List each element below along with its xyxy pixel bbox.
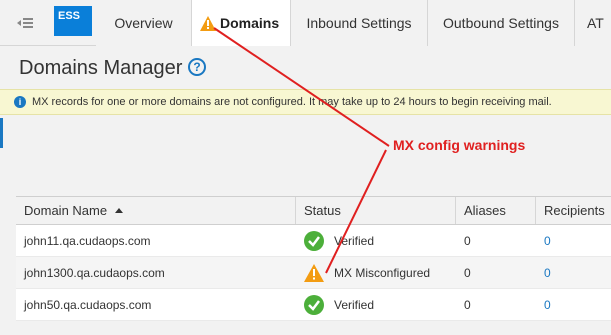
help-icon[interactable]: ? [188, 58, 206, 76]
warning-icon [304, 263, 324, 283]
tab-label: Inbound Settings [306, 15, 412, 31]
sort-ascending-icon [115, 208, 124, 213]
recipients-link[interactable]: 0 [544, 234, 551, 248]
tab-label: Outbound Settings [443, 15, 559, 31]
tab-inbound-settings[interactable]: Inbound Settings [291, 0, 428, 46]
collapse-menu-button[interactable] [12, 12, 38, 34]
column-header-domain-name[interactable]: Domain Name [16, 197, 296, 224]
tab-atp[interactable]: AT [575, 0, 611, 46]
status-cell: Verified [296, 289, 456, 320]
domains-table: Domain Name Status Aliases Recipients jo… [16, 196, 611, 321]
recipients-cell: 0 [536, 289, 611, 320]
info-banner: i MX records for one or more domains are… [0, 89, 611, 115]
annotation-label: MX config warnings [393, 137, 526, 153]
page-header: Domains Manager ? [0, 46, 611, 89]
sidebar-indicator [0, 118, 3, 148]
aliases-cell: 0 [464, 233, 471, 248]
table-header: Domain Name Status Aliases Recipients [16, 197, 611, 225]
check-icon [304, 230, 324, 251]
tab-label: Overview [114, 15, 173, 31]
top-nav: ESS Overview Domains Inbound Settings Ou… [0, 0, 611, 46]
status-text: Verified [334, 233, 375, 248]
page-title: Domains Manager [19, 57, 183, 79]
tab-domains[interactable]: Domains [192, 0, 291, 46]
domain-name-cell: john50.qa.cudaops.com [24, 297, 152, 312]
tab-outbound-settings[interactable]: Outbound Settings [428, 0, 575, 46]
status-cell: Verified [296, 225, 456, 256]
banner-text: MX records for one or more domains are n… [32, 96, 552, 108]
check-icon [304, 294, 324, 315]
recipients-link[interactable]: 0 [544, 298, 551, 312]
column-header-status[interactable]: Status [296, 197, 456, 224]
table-row[interactable]: john11.qa.cudaops.com Verified 0 0 [16, 225, 611, 257]
table-row[interactable]: john50.qa.cudaops.com Verified 0 0 [16, 289, 611, 321]
status-cell: MX Misconfigured [296, 257, 456, 288]
tab-label: AT [587, 15, 604, 31]
warning-icon [200, 15, 216, 31]
domain-name-cell: john1300.qa.cudaops.com [24, 265, 165, 280]
recipients-link[interactable]: 0 [544, 266, 551, 280]
tab-label: Domains [220, 15, 280, 31]
ess-logo[interactable]: ESS [54, 6, 92, 36]
column-header-aliases[interactable]: Aliases [456, 197, 536, 224]
collapse-menu-icon [17, 18, 33, 28]
tab-overview[interactable]: Overview [96, 0, 192, 46]
aliases-cell: 0 [464, 265, 471, 280]
status-text: Verified [334, 297, 375, 312]
tab-bar: Overview Domains Inbound Settings Outbou… [96, 0, 611, 46]
recipients-cell: 0 [536, 225, 611, 256]
status-text: MX Misconfigured [334, 265, 431, 280]
recipients-cell: 0 [536, 257, 611, 288]
table-row[interactable]: john1300.qa.cudaops.com MX Misconfigured… [16, 257, 611, 289]
info-icon: i [14, 96, 26, 108]
aliases-cell: 0 [464, 297, 471, 312]
column-header-recipients[interactable]: Recipients [536, 197, 611, 224]
domain-name-cell: john11.qa.cudaops.com [24, 233, 151, 248]
